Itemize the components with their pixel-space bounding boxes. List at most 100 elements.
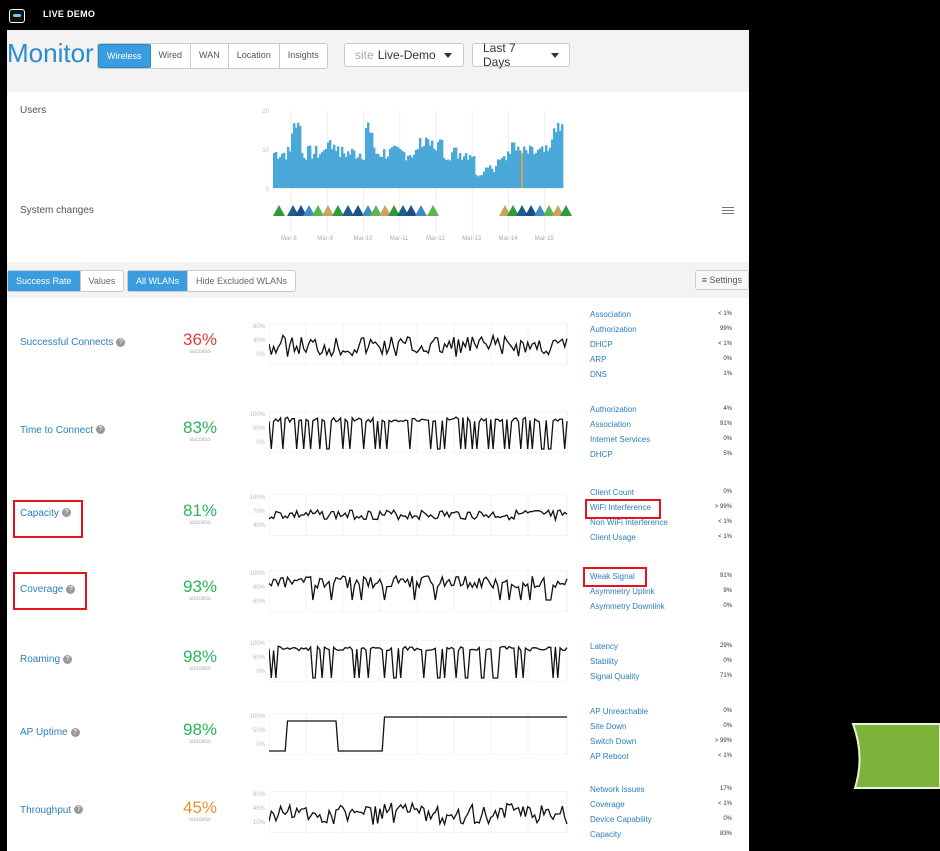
sparkline-path: [269, 800, 568, 826]
reason-link[interactable]: Client Count: [590, 485, 634, 500]
metric-sparkline[interactable]: [269, 713, 594, 755]
metric-name[interactable]: Successful Connects?: [20, 337, 126, 348]
reason-link[interactable]: Association: [590, 307, 631, 322]
metric-name[interactable]: AP Uptime?: [20, 727, 80, 738]
sparkline-tick-label: 40%: [252, 522, 265, 529]
range-dropdown[interactable]: Last 7 Days: [472, 41, 570, 69]
app-logo-icon[interactable]: [9, 9, 25, 23]
reason-link[interactable]: ARP: [590, 352, 606, 367]
metric-sub-label: success: [189, 816, 211, 823]
metric-sparkline[interactable]: [269, 493, 594, 536]
reason-link[interactable]: Stability: [590, 654, 618, 669]
metric-row[interactable]: Time to Connect? 83% success 100% 50% 0% Autho…: [7, 390, 749, 474]
reason-value: 9%: [723, 587, 732, 594]
reason-link[interactable]: DHCP: [590, 447, 613, 462]
change-marker-icon[interactable]: [322, 205, 334, 216]
reason-link[interactable]: Association: [590, 417, 631, 432]
hide-excluded-wlans-button[interactable]: Hide Excluded WLANs: [188, 271, 295, 291]
reason-value: > 99%: [714, 738, 732, 744]
reason-link[interactable]: Switch Down: [590, 734, 636, 749]
highlight-box: [13, 572, 87, 610]
reason-link[interactable]: AP Reboot: [590, 749, 629, 764]
reason-link[interactable]: Internet Services: [590, 432, 650, 447]
reason-link[interactable]: Signal Quality: [590, 669, 639, 684]
metric-sparkline[interactable]: [269, 323, 594, 365]
monitor-tabs: Wireless Wired WAN Location Insights: [97, 43, 328, 69]
reason-link[interactable]: Asymmetry Downlink: [590, 599, 665, 614]
metric-row[interactable]: Successful Connects? 36% success 80% 40% 0% As…: [7, 298, 749, 391]
metric-name[interactable]: Time to Connect?: [20, 425, 105, 436]
reason-link[interactable]: Coverage: [590, 797, 625, 812]
reason-value: 5%: [723, 450, 732, 457]
all-wlans-button[interactable]: All WLANs: [128, 271, 189, 291]
sparkline-frame: [269, 323, 568, 365]
change-marker-icon[interactable]: [273, 205, 285, 216]
success-rate-button[interactable]: Success Rate: [8, 271, 81, 291]
chevron-down-icon: [551, 52, 559, 58]
metric-sparkline[interactable]: [269, 640, 594, 682]
change-marker-icon[interactable]: [352, 205, 364, 216]
reason-link[interactable]: Site Down: [590, 719, 626, 734]
change-marker-icon[interactable]: [427, 205, 439, 216]
metric-name[interactable]: Roaming?: [20, 654, 73, 665]
reason-link[interactable]: Client Usage: [590, 530, 636, 545]
tab-location[interactable]: Location: [229, 44, 280, 68]
x-tick-label: Mar-11: [390, 236, 409, 242]
x-tick-label: Mar-13: [462, 236, 482, 242]
help-icon[interactable]: ?: [74, 805, 84, 815]
reason-value: 1%: [723, 370, 732, 377]
tab-insights[interactable]: Insights: [280, 44, 327, 68]
metric-percentage: 83%: [182, 417, 218, 437]
site-dropdown[interactable]: site Live-Demo: [344, 43, 464, 67]
x-tick-label: Mar-9: [317, 236, 333, 242]
highlight-box: [13, 500, 83, 538]
reason-value: 83%: [719, 830, 732, 837]
reason-link[interactable]: Authorization: [590, 322, 637, 337]
reason-link[interactable]: Device Capability: [590, 812, 652, 827]
help-icon[interactable]: ?: [70, 727, 80, 737]
sparkline-tick-label: 60%: [252, 599, 265, 605]
change-marker-icon[interactable]: [560, 205, 572, 216]
sparkline-tick-label: 0%: [256, 352, 265, 358]
tab-wired[interactable]: Wired: [151, 44, 192, 68]
tab-wireless[interactable]: Wireless: [98, 44, 151, 68]
metric-sparkline[interactable]: [269, 790, 594, 833]
settings-button[interactable]: ≡ Settings: [694, 270, 749, 290]
top-bar: LIVE DEMO: [0, 0, 940, 30]
reason-link[interactable]: Network Issues: [590, 782, 645, 797]
metric-sparkline[interactable]: [269, 570, 594, 612]
metric-row[interactable]: Throughput? 45% success 80% 45% 10% Network Is…: [7, 772, 749, 851]
help-icon[interactable]: ?: [116, 337, 126, 347]
chart-options-icon[interactable]: [722, 205, 734, 215]
sparkline-tick-label: 100%: [249, 571, 265, 577]
reason-link[interactable]: Authorization: [590, 402, 637, 417]
help-icon[interactable]: ?: [96, 425, 105, 435]
metric-sub-label: success: [189, 519, 211, 526]
values-button[interactable]: Values: [81, 271, 124, 291]
metric-percentage: 98%: [182, 647, 218, 666]
help-icon[interactable]: ?: [63, 654, 73, 664]
reason-link[interactable]: AP Unreachable: [590, 704, 648, 719]
change-marker-icon[interactable]: [342, 205, 354, 216]
reason-link[interactable]: DHCP: [590, 337, 613, 352]
change-marker-icon[interactable]: [405, 205, 417, 216]
users-chart[interactable]: 20 10 0 Mar-8 Mar-9 Mar-10 Mar-11 Mar-12 Mar-13 M…: [7, 92, 749, 262]
reason-link[interactable]: Latency: [590, 639, 618, 654]
reason-value: 71%: [719, 672, 732, 679]
metric-row[interactable]: Roaming? 98% success 100% 50% 0% Latency 29% Sta…: [7, 626, 749, 697]
reason-value: 17%: [719, 785, 732, 792]
change-marker-icon[interactable]: [415, 205, 427, 216]
tab-wan[interactable]: WAN: [191, 44, 229, 68]
reason-link[interactable]: DNS: [590, 367, 607, 382]
metric-row[interactable]: AP Uptime? 98% success 100% 50% 0% AP Unreacha…: [7, 696, 749, 773]
reason-value: < 1%: [718, 800, 732, 807]
reason-link[interactable]: Capacity: [590, 827, 621, 842]
reason-value: 91%: [719, 420, 732, 427]
change-marker-icon[interactable]: [332, 205, 344, 216]
metric-sparkline[interactable]: [269, 410, 594, 453]
metric-percentage: 81%: [182, 500, 218, 520]
metric-name[interactable]: Throughput?: [20, 805, 84, 816]
mode-toggle: Success Rate Values: [7, 270, 125, 292]
metric-name-label: AP Uptime: [20, 727, 68, 738]
change-marker-icon[interactable]: [312, 205, 324, 216]
